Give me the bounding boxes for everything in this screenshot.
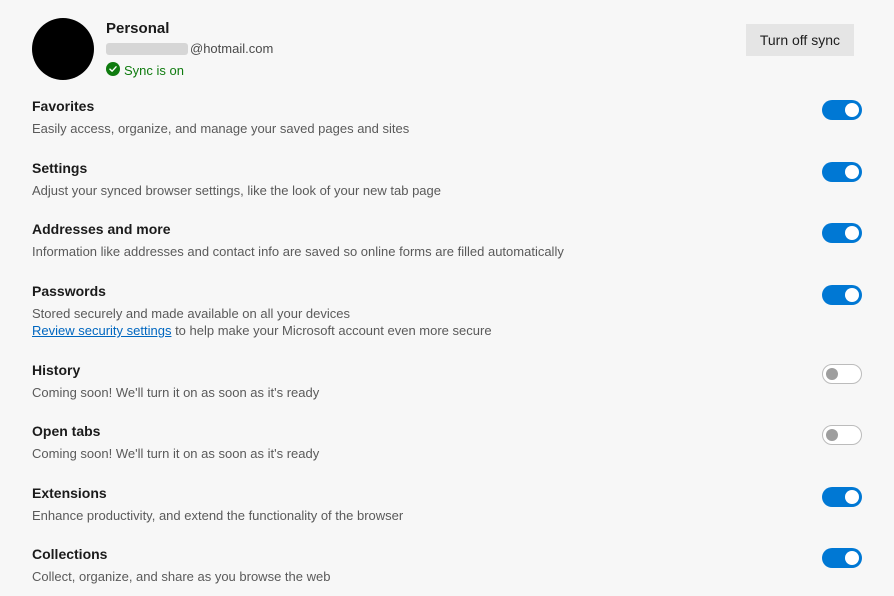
toggle-knob <box>845 103 859 117</box>
sync-item-title: Addresses and more <box>32 221 782 237</box>
sync-item-title: Favorites <box>32 98 782 114</box>
sync-item-desc-line2: Review security settings to help make yo… <box>32 322 782 340</box>
sync-status-label: Sync is on <box>124 63 184 78</box>
toggle-knob <box>845 288 859 302</box>
sync-items-list: Favorites Easily access, organize, and ma… <box>0 90 894 586</box>
profile-email: @hotmail.com <box>106 41 746 56</box>
sync-item-desc-post: to help make your Microsoft account even… <box>171 323 491 338</box>
sync-item-title: Collections <box>32 546 782 562</box>
sync-item-desc: Coming soon! We'll turn it on as soon as… <box>32 384 782 402</box>
sync-item-text: History Coming soon! We'll turn it on as … <box>32 362 822 402</box>
toggle-settings[interactable] <box>822 162 862 182</box>
toggle-knob <box>826 429 838 441</box>
sync-item-history: History Coming soon! We'll turn it on as … <box>32 362 862 402</box>
sync-item-text: Settings Adjust your synced browser setti… <box>32 160 822 200</box>
sync-item-text: Favorites Easily access, organize, and ma… <box>32 98 822 138</box>
sync-item-desc: Information like addresses and contact i… <box>32 243 782 261</box>
sync-item-collections: Collections Collect, organize, and share … <box>32 546 862 586</box>
sync-item-extensions: Extensions Enhance productivity, and exte… <box>32 485 862 525</box>
turn-off-sync-button[interactable]: Turn off sync <box>746 24 854 56</box>
sync-item-desc: Stored securely and made available on al… <box>32 305 782 340</box>
review-security-link[interactable]: Review security settings <box>32 323 171 338</box>
sync-item-passwords: Passwords Stored securely and made availa… <box>32 283 862 340</box>
profile-info: Personal @hotmail.com Sync is on <box>106 18 746 79</box>
sync-item-text: Addresses and more Information like addre… <box>32 221 822 261</box>
toggle-knob <box>845 551 859 565</box>
toggle-knob <box>845 226 859 240</box>
sync-item-open-tabs: Open tabs Coming soon! We'll turn it on a… <box>32 423 862 463</box>
sync-item-favorites: Favorites Easily access, organize, and ma… <box>32 98 862 138</box>
sync-item-desc: Easily access, organize, and manage your… <box>32 120 782 138</box>
toggle-passwords[interactable] <box>822 285 862 305</box>
sync-item-text: Collections Collect, organize, and share … <box>32 546 822 586</box>
sync-item-desc: Collect, organize, and share as you brow… <box>32 568 782 586</box>
sync-item-desc-line1: Stored securely and made available on al… <box>32 305 782 323</box>
sync-item-title: Settings <box>32 160 782 176</box>
toggle-favorites[interactable] <box>822 100 862 120</box>
toggle-collections[interactable] <box>822 548 862 568</box>
toggle-history <box>822 364 862 384</box>
sync-item-text: Extensions Enhance productivity, and exte… <box>32 485 822 525</box>
sync-status: Sync is on <box>106 62 746 79</box>
sync-item-title: Extensions <box>32 485 782 501</box>
toggle-knob <box>845 490 859 504</box>
profile-name: Personal <box>106 20 746 37</box>
sync-item-title: Passwords <box>32 283 782 299</box>
sync-item-desc: Adjust your synced browser settings, lik… <box>32 182 782 200</box>
sync-item-settings: Settings Adjust your synced browser setti… <box>32 160 862 200</box>
sync-item-title: History <box>32 362 782 378</box>
toggle-extensions[interactable] <box>822 487 862 507</box>
email-masked-part <box>106 43 188 55</box>
sync-item-title: Open tabs <box>32 423 782 439</box>
sync-item-desc: Enhance productivity, and extend the fun… <box>32 507 782 525</box>
avatar <box>32 18 94 80</box>
sync-item-desc: Coming soon! We'll turn it on as soon as… <box>32 445 782 463</box>
sync-item-addresses: Addresses and more Information like addre… <box>32 221 862 261</box>
sync-item-text: Open tabs Coming soon! We'll turn it on a… <box>32 423 822 463</box>
email-domain: @hotmail.com <box>190 41 273 56</box>
profile-header: Personal @hotmail.com Sync is on Turn of… <box>0 0 894 90</box>
check-circle-icon <box>106 62 124 79</box>
toggle-knob <box>826 368 838 380</box>
toggle-knob <box>845 165 859 179</box>
toggle-open-tabs <box>822 425 862 445</box>
toggle-addresses[interactable] <box>822 223 862 243</box>
sync-item-text: Passwords Stored securely and made availa… <box>32 283 822 340</box>
